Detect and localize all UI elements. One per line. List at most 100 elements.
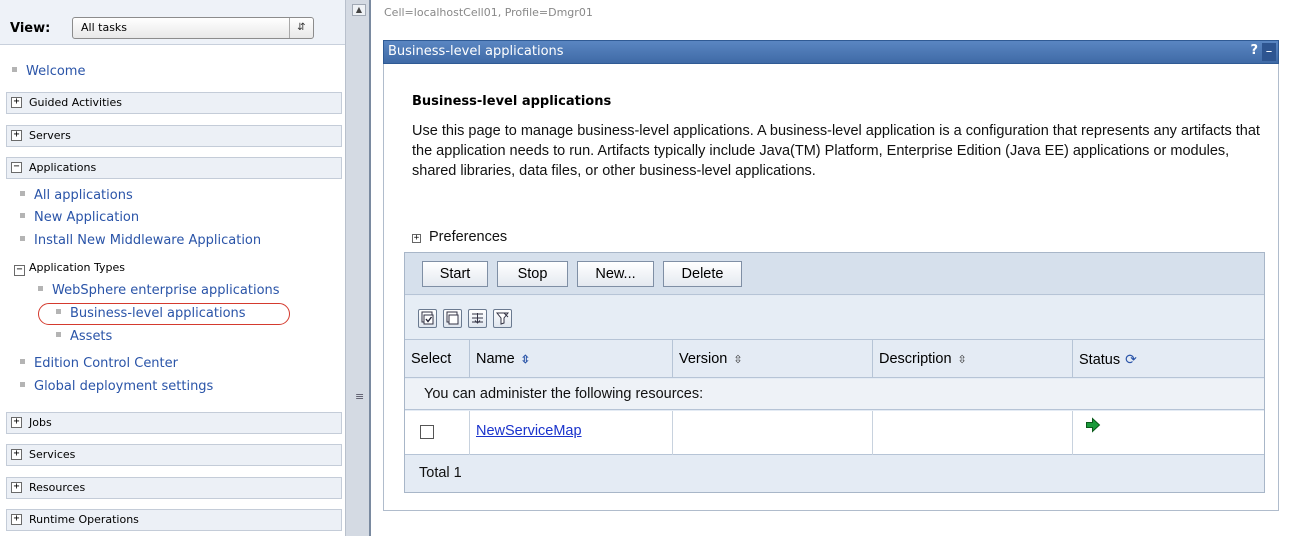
nav-category-runtime-operations[interactable]: + Runtime Operations <box>6 509 342 531</box>
resources-message: You can administer the following resourc… <box>424 386 704 402</box>
nav-item-assets[interactable]: Assets <box>56 329 112 344</box>
nav-item-welcome-label: Welcome <box>26 64 86 79</box>
delete-button[interactable]: Delete <box>663 261 742 287</box>
highlight-annotation <box>38 303 290 325</box>
nav-group-application-types[interactable]: − Application Types <box>14 261 125 276</box>
cell-divider <box>672 411 673 455</box>
new-button[interactable]: New... <box>577 261 654 287</box>
bullet-icon <box>56 332 61 337</box>
nav-item-install-middleware[interactable]: Install New Middleware Application <box>20 233 261 248</box>
nav-category-label: Runtime Operations <box>29 513 139 526</box>
preferences-label: Preferences <box>429 229 508 245</box>
expand-icon[interactable]: + <box>11 514 22 525</box>
select-all-icon[interactable] <box>418 309 437 328</box>
minimize-icon[interactable]: – <box>1262 43 1276 61</box>
cell-divider <box>872 411 873 455</box>
nav-item-label: New Application <box>34 210 140 225</box>
table-total: Total 1 <box>419 465 462 481</box>
bullet-icon <box>38 286 43 291</box>
nav-item-new-application[interactable]: New Application <box>20 210 139 225</box>
bullet-icon <box>20 382 25 387</box>
view-select[interactable]: All tasks ⇵ <box>72 17 314 39</box>
nav-category-label: Servers <box>29 129 71 142</box>
nav-category-resources[interactable]: + Resources <box>6 477 342 499</box>
view-filter-bar: View: All tasks ⇵ <box>0 0 345 45</box>
nav-item-all-applications[interactable]: All applications <box>20 188 133 203</box>
help-icon[interactable]: ? <box>1250 43 1258 58</box>
page-description: Use this page to manage business-level a… <box>412 123 1260 179</box>
navigation-panel: View: All tasks ⇵ Welcome + Guided Activi… <box>0 0 345 536</box>
expand-icon[interactable]: + <box>11 417 22 428</box>
deselect-all-icon[interactable] <box>443 309 462 328</box>
column-header-description[interactable]: Description ⇳ <box>872 340 1071 378</box>
bullet-icon <box>12 67 17 72</box>
expand-icon[interactable]: + <box>11 130 22 141</box>
pane-splitter[interactable]: ▲ ≡ <box>345 0 371 536</box>
collapse-icon[interactable]: − <box>14 265 25 276</box>
column-header-select: Select <box>405 340 468 378</box>
dropdown-arrow-icon: ⇵ <box>289 18 313 38</box>
nav-item-websphere-enterprise-apps[interactable]: WebSphere enterprise applications <box>38 283 280 298</box>
sort-icon[interactable]: ⇳ <box>521 354 530 366</box>
collapse-icon[interactable]: − <box>11 162 22 173</box>
bullet-icon <box>20 191 25 196</box>
cell-divider <box>469 411 470 455</box>
clear-filter-icon[interactable] <box>493 309 512 328</box>
expand-icon[interactable]: + <box>11 449 22 460</box>
sort-icon[interactable]: ⇳ <box>958 354 967 366</box>
application-name-link[interactable]: NewServiceMap <box>476 423 582 439</box>
table-icon-bar <box>405 296 1264 340</box>
nav-item-label: Edition Control Center <box>34 356 178 371</box>
expand-icon[interactable]: + <box>11 482 22 493</box>
nav-item-welcome[interactable]: Welcome <box>12 64 85 79</box>
nav-category-label: Services <box>29 448 76 461</box>
nav-group-label: Application Types <box>29 261 125 274</box>
portlet-title: Business-level applications <box>388 44 564 59</box>
show-filter-icon[interactable] <box>468 309 487 328</box>
column-header-version[interactable]: Version ⇳ <box>672 340 871 378</box>
drag-handle-icon[interactable]: ≡ <box>355 391 364 402</box>
column-header-label: Status <box>1079 352 1121 368</box>
column-header-label: Select <box>411 351 452 367</box>
nav-item-label: Install New Middleware Application <box>34 233 262 248</box>
nav-category-label: Guided Activities <box>29 96 122 109</box>
stop-button[interactable]: Stop <box>497 261 568 287</box>
bullet-icon <box>20 213 25 218</box>
expand-icon[interactable]: + <box>11 97 22 108</box>
expand-icon[interactable]: + <box>412 234 421 243</box>
cell-divider <box>1072 411 1073 455</box>
nav-item-label: All applications <box>34 188 133 203</box>
breadcrumb: Cell=localhostCell01, Profile=Dmgr01 <box>384 6 593 19</box>
preferences-toggle[interactable]: + Preferences <box>412 229 507 245</box>
started-status-icon <box>1085 417 1101 437</box>
table-total-row <box>405 456 1264 492</box>
nav-item-label: WebSphere enterprise applications <box>52 283 280 298</box>
view-label: View: <box>10 21 51 36</box>
refresh-icon[interactable]: ⟳ <box>1125 351 1137 367</box>
view-select-value: All tasks <box>81 21 128 34</box>
nav-category-jobs[interactable]: + Jobs <box>6 412 342 434</box>
nav-item-edition-control-center[interactable]: Edition Control Center <box>20 356 178 371</box>
nav-category-applications[interactable]: − Applications <box>6 157 342 179</box>
start-button[interactable]: Start <box>422 261 488 287</box>
nav-item-label: Assets <box>70 329 113 344</box>
column-header-label: Description <box>879 351 952 367</box>
nav-category-label: Applications <box>29 161 97 174</box>
bullet-icon <box>20 236 25 241</box>
nav-item-label: Global deployment settings <box>34 379 214 394</box>
page-title: Business-level applications <box>412 94 612 109</box>
nav-category-servers[interactable]: + Servers <box>6 125 342 147</box>
nav-category-label: Resources <box>29 481 86 494</box>
nav-category-services[interactable]: + Services <box>6 444 342 466</box>
column-header-label: Name <box>476 351 515 367</box>
nav-category-guided-activities[interactable]: + Guided Activities <box>6 92 342 114</box>
column-header-label: Version <box>679 351 728 367</box>
scroll-up-icon[interactable]: ▲ <box>352 4 366 16</box>
column-header-status[interactable]: Status ⟳ <box>1072 340 1264 378</box>
column-header-name[interactable]: Name ⇳ <box>469 340 671 378</box>
nav-item-global-deployment-settings[interactable]: Global deployment settings <box>20 379 213 394</box>
bullet-icon <box>20 359 25 364</box>
portlet-header: Business-level applications ? – <box>383 40 1279 64</box>
row-select-checkbox[interactable] <box>420 425 434 439</box>
sort-icon[interactable]: ⇳ <box>733 354 742 366</box>
